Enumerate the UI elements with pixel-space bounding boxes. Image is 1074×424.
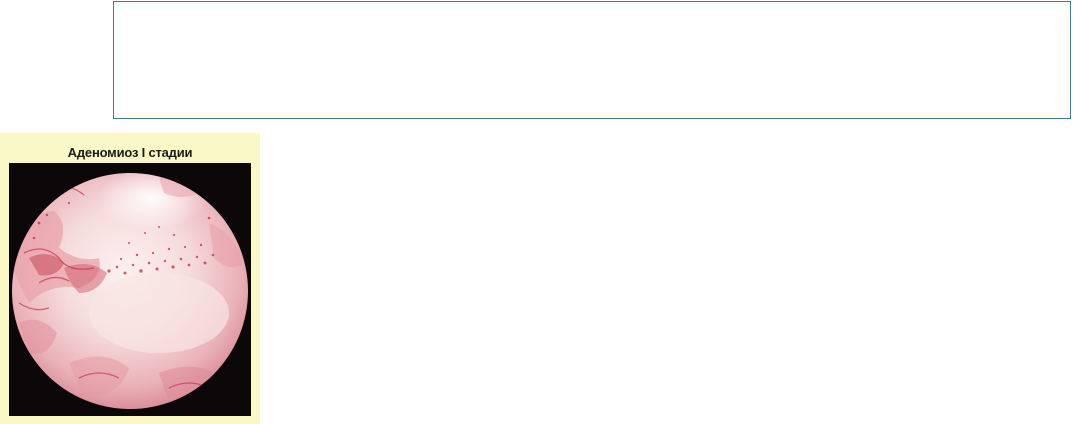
endoscopy-image (9, 163, 251, 416)
figure-caption: Аденомиоз I стадии (67, 145, 193, 160)
endoscopy-photo (9, 163, 251, 416)
empty-content-box (113, 1, 1071, 119)
figure-panel: Аденомиоз I стадии (0, 133, 260, 424)
